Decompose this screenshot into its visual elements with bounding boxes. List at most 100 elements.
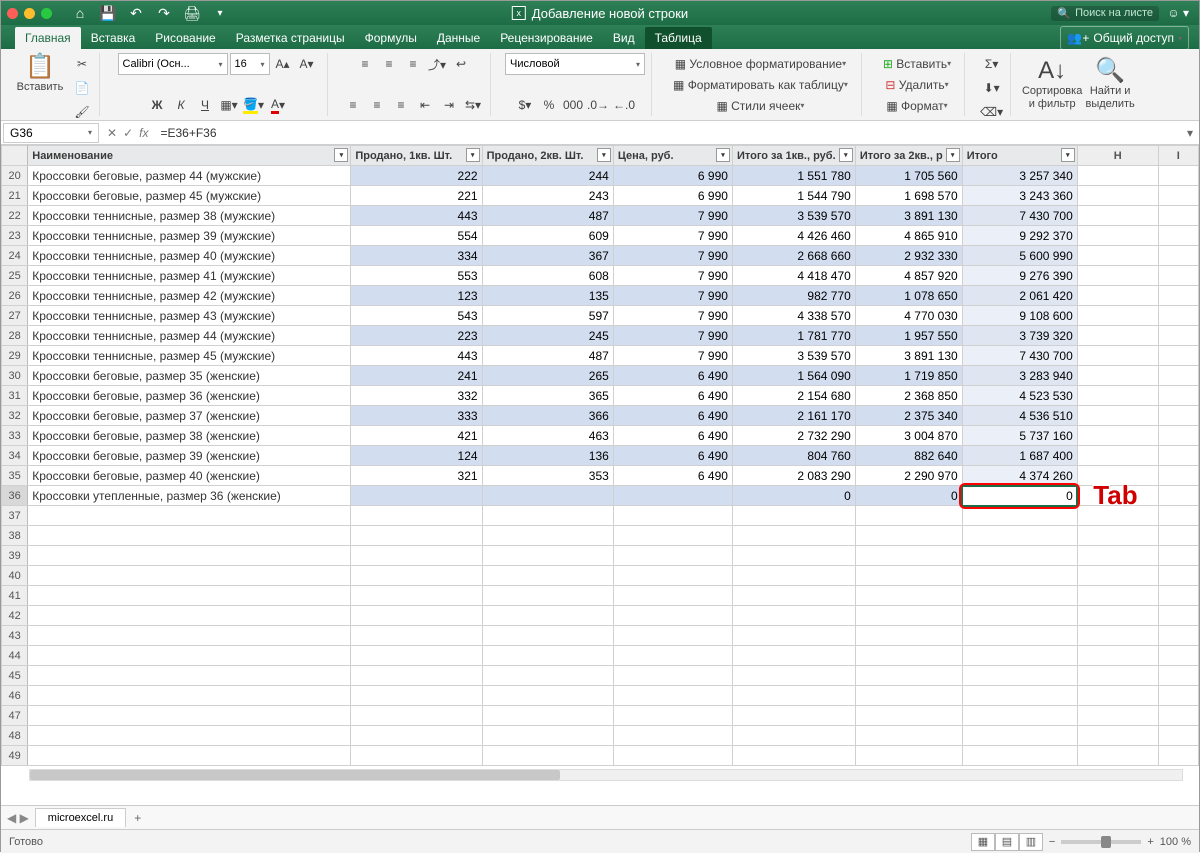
row-header[interactable]: 44 xyxy=(2,646,28,666)
table-row[interactable]: 37 xyxy=(2,506,1199,526)
cell-total1[interactable]: 4 338 570 xyxy=(732,306,855,326)
row-header[interactable]: 34 xyxy=(2,446,28,466)
cell-empty[interactable] xyxy=(1158,246,1198,266)
row-header[interactable]: 35 xyxy=(2,466,28,486)
tab-view[interactable]: Вид xyxy=(603,27,645,49)
cell-empty[interactable] xyxy=(1158,566,1198,586)
cell-empty[interactable] xyxy=(1077,586,1158,606)
cell-empty[interactable] xyxy=(351,526,482,546)
cell-empty[interactable] xyxy=(1158,426,1198,446)
border-button[interactable]: ▦▾ xyxy=(218,94,240,116)
cell-empty[interactable] xyxy=(732,526,855,546)
cell-total2[interactable]: 3 891 130 xyxy=(855,206,962,226)
cell-empty[interactable] xyxy=(855,666,962,686)
cell-empty[interactable] xyxy=(482,726,613,746)
cell-empty[interactable] xyxy=(1158,546,1198,566)
cell-empty[interactable] xyxy=(1077,186,1158,206)
row-header[interactable]: 30 xyxy=(2,366,28,386)
row-header[interactable]: 48 xyxy=(2,726,28,746)
cell-empty[interactable] xyxy=(855,566,962,586)
cell-empty[interactable] xyxy=(351,726,482,746)
cell-empty[interactable] xyxy=(732,646,855,666)
table-row[interactable]: 24Кроссовки теннисные, размер 40 (мужски… xyxy=(2,246,1199,266)
undo-icon[interactable]: ↶ xyxy=(124,2,148,24)
decrease-font-icon[interactable]: A▾ xyxy=(296,53,318,75)
cell-empty[interactable] xyxy=(732,566,855,586)
cell-name[interactable]: Кроссовки беговые, размер 39 (женские) xyxy=(28,446,351,466)
cell-empty[interactable] xyxy=(28,686,351,706)
table-row[interactable]: 46 xyxy=(2,686,1199,706)
cell-empty[interactable] xyxy=(1158,226,1198,246)
cell-empty[interactable] xyxy=(1158,626,1198,646)
cell-empty[interactable] xyxy=(855,586,962,606)
cell-grand[interactable]: 4 536 510 xyxy=(962,406,1077,426)
horizontal-scrollbar[interactable] xyxy=(29,769,1183,781)
cell-empty[interactable] xyxy=(962,686,1077,706)
cell-grand[interactable]: 9 292 370 xyxy=(962,226,1077,246)
row-header[interactable]: 20 xyxy=(2,166,28,186)
cell-empty[interactable] xyxy=(1077,266,1158,286)
cell-empty[interactable] xyxy=(28,526,351,546)
conditional-formatting-button[interactable]: ▦ Условное форматирование ▾ xyxy=(668,53,853,74)
cell-empty[interactable] xyxy=(732,626,855,646)
table-row[interactable]: 43 xyxy=(2,626,1199,646)
table-row[interactable]: 26Кроссовки теннисные, размер 42 (мужски… xyxy=(2,286,1199,306)
italic-button[interactable]: К xyxy=(170,94,192,116)
currency-icon[interactable]: $▾ xyxy=(514,94,536,116)
cell-empty[interactable] xyxy=(613,506,732,526)
cell-q1[interactable]: 421 xyxy=(351,426,482,446)
close-window-button[interactable] xyxy=(7,8,18,19)
insert-cells-button[interactable]: ⊞ Вставить ▾ xyxy=(876,53,958,74)
col-header-h[interactable]: H xyxy=(1077,146,1158,166)
cell-empty[interactable] xyxy=(1158,506,1198,526)
cell-q2[interactable]: 366 xyxy=(482,406,613,426)
cell-name[interactable]: Кроссовки теннисные, размер 40 (мужские) xyxy=(28,246,351,266)
cell-q1[interactable]: 333 xyxy=(351,406,482,426)
cell-empty[interactable] xyxy=(351,506,482,526)
save-icon[interactable]: 💾 xyxy=(96,2,120,24)
cell-empty[interactable] xyxy=(28,706,351,726)
cell-empty[interactable] xyxy=(1158,706,1198,726)
cell-grand[interactable]: 1 687 400 xyxy=(962,446,1077,466)
name-box[interactable]: G36▾ xyxy=(3,123,99,143)
cell-empty[interactable] xyxy=(732,666,855,686)
table-row[interactable]: 34Кроссовки беговые, размер 39 (женские)… xyxy=(2,446,1199,466)
cell-empty[interactable] xyxy=(962,726,1077,746)
row-header[interactable]: 47 xyxy=(2,706,28,726)
cell-empty[interactable] xyxy=(1077,346,1158,366)
cell-grand[interactable]: 5 737 160 xyxy=(962,426,1077,446)
cell-price[interactable]: 7 990 xyxy=(613,346,732,366)
cell-q2[interactable]: 609 xyxy=(482,226,613,246)
cell-total2[interactable]: 882 640 xyxy=(855,446,962,466)
format-as-table-button[interactable]: ▦ Форматировать как таблицу ▾ xyxy=(666,74,855,95)
cell-empty[interactable] xyxy=(855,546,962,566)
table-row[interactable]: 42 xyxy=(2,606,1199,626)
minimize-window-button[interactable] xyxy=(24,8,35,19)
zoom-in-button[interactable]: + xyxy=(1147,836,1153,848)
table-row[interactable]: 21Кроссовки беговые, размер 45 (мужские)… xyxy=(2,186,1199,206)
cell-empty[interactable] xyxy=(613,586,732,606)
zoom-slider[interactable] xyxy=(1061,840,1141,844)
cell-price[interactable]: 6 990 xyxy=(613,186,732,206)
cell-empty[interactable] xyxy=(1158,726,1198,746)
cell-empty[interactable] xyxy=(1077,666,1158,686)
row-header[interactable]: 37 xyxy=(2,506,28,526)
cell-styles-button[interactable]: ▦ Стили ячеек ▾ xyxy=(709,95,811,116)
cell-empty[interactable] xyxy=(1077,446,1158,466)
cell-grand[interactable]: 2 061 420 xyxy=(962,286,1077,306)
format-painter-icon[interactable]: 🖌 xyxy=(71,101,93,123)
cell-empty[interactable] xyxy=(962,526,1077,546)
filter-icon[interactable]: ▾ xyxy=(839,148,853,162)
cell-q2[interactable] xyxy=(482,486,613,506)
cell-total2[interactable]: 2 290 970 xyxy=(855,466,962,486)
filter-icon[interactable]: ▾ xyxy=(597,148,611,162)
cell-empty[interactable] xyxy=(482,526,613,546)
cell-empty[interactable] xyxy=(962,706,1077,726)
cell-q2[interactable]: 243 xyxy=(482,186,613,206)
cell-name[interactable]: Кроссовки теннисные, размер 38 (мужские) xyxy=(28,206,351,226)
row-header[interactable]: 42 xyxy=(2,606,28,626)
merge-icon[interactable]: ⇆▾ xyxy=(462,94,484,116)
cell-empty[interactable] xyxy=(28,746,351,766)
spreadsheet-grid[interactable]: Наименование▾ Продано, 1кв. Шт.▾ Продано… xyxy=(1,145,1199,805)
cell-empty[interactable] xyxy=(1158,526,1198,546)
